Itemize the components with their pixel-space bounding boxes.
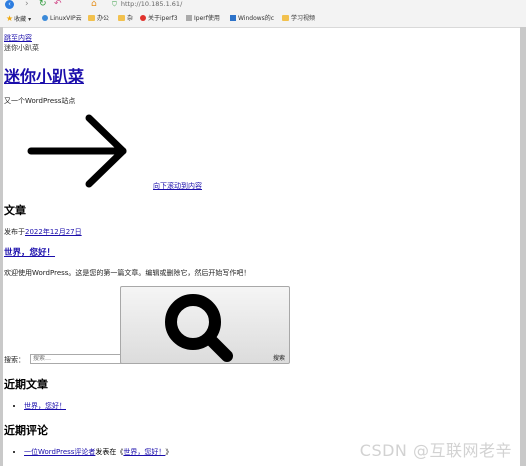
site-logo[interactable]: 迷你小趴菜 [4,43,39,53]
bookmark-windows[interactable]: Windows的c [230,13,274,25]
folder-icon [118,15,125,21]
forward-icon[interactable]: › [25,0,29,9]
list-item: 世界，您好！ [24,401,66,411]
back-icon[interactable]: ‹ [5,0,14,9]
comment-author-link[interactable]: 一位WordPress评论者 [24,448,95,456]
page-frame-right [520,27,526,466]
page-frame-left [0,27,3,466]
recent-post-link[interactable]: 世界，您好！ [24,402,66,410]
search-input[interactable] [30,354,122,364]
bookmark-office[interactable]: 办公 [88,13,109,25]
post-meta: 发布于2022年12月27日 [4,228,82,236]
watermark: CSDN @互联网老辛 [359,441,512,460]
site-title[interactable]: 迷你小趴菜 [4,63,84,87]
bookmark-misc[interactable]: 杂 [118,13,133,25]
home-icon[interactable]: ⌂ [91,0,97,9]
windows-icon [230,15,236,21]
favicon-icon [186,15,192,21]
bookmark-favorites[interactable]: ★收藏 ▾ [6,13,31,25]
search-button[interactable]: 搜索 [120,286,290,364]
shield-icon: ⛉ [112,0,117,8]
browser-chrome: ‹ › ↻ ↶ ⌂ ⛉ http://10.185.1.61/ ★收藏 ▾ Lin… [0,0,526,28]
bookmark-iperf-usage[interactable]: Iperf使用 [186,13,220,25]
post-date-link[interactable]: 2022年12月27日 [25,228,82,236]
folder-icon [88,15,95,21]
arrow-right-icon[interactable] [27,113,129,189]
recent-posts-list: 世界，您好！ [24,401,66,411]
post-title-link[interactable]: 世界，您好！ [4,246,55,258]
recent-comments-heading: 近期评论 [4,424,48,437]
undo-icon[interactable]: ↶ [54,0,62,9]
search-button-label: 搜索 [272,356,285,362]
nav-row: ‹ › ↻ ↶ ⌂ ⛉ http://10.185.1.61/ [0,0,526,12]
address-bar[interactable]: ⛉ http://10.185.1.61/ [112,0,272,9]
globe-icon [42,15,48,21]
post-excerpt: 欢迎使用WordPress。这是您的第一篇文章。编辑或删除它，然后开始写作吧！ [4,269,251,277]
star-icon: ★ [6,14,14,23]
favicon-icon [140,15,146,21]
bookmark-videos[interactable]: 学习视频 [282,13,315,25]
list-item: 一位WordPress评论者发表在《世界，您好！》 [24,447,172,457]
search-label: 搜索： [4,356,25,364]
url-text: http://10.185.1.61/ [120,0,183,8]
site-tagline: 又一个WordPress站点 [4,97,76,105]
recent-comments-list: 一位WordPress评论者发表在《世界，您好！》 [24,447,172,457]
folder-icon [282,15,289,21]
bookmarks-bar: ★收藏 ▾ LinuxVIP云 办公 杂 关于iperf3 Iperf使用 Wi… [0,13,526,25]
search-icon [165,294,233,362]
skip-to-content-link[interactable]: 跳至内容 [4,33,32,43]
comment-post-link[interactable]: 世界，您好！ [123,448,165,456]
articles-heading: 文章 [4,204,26,217]
bookmark-iperf3[interactable]: 关于iperf3 [140,13,178,25]
bookmark-linuxvip[interactable]: LinuxVIP云 [42,13,82,25]
refresh-icon[interactable]: ↻ [39,0,47,9]
recent-posts-heading: 近期文章 [4,378,48,391]
scroll-down-link[interactable]: 向下滚动到内容 [153,181,202,191]
